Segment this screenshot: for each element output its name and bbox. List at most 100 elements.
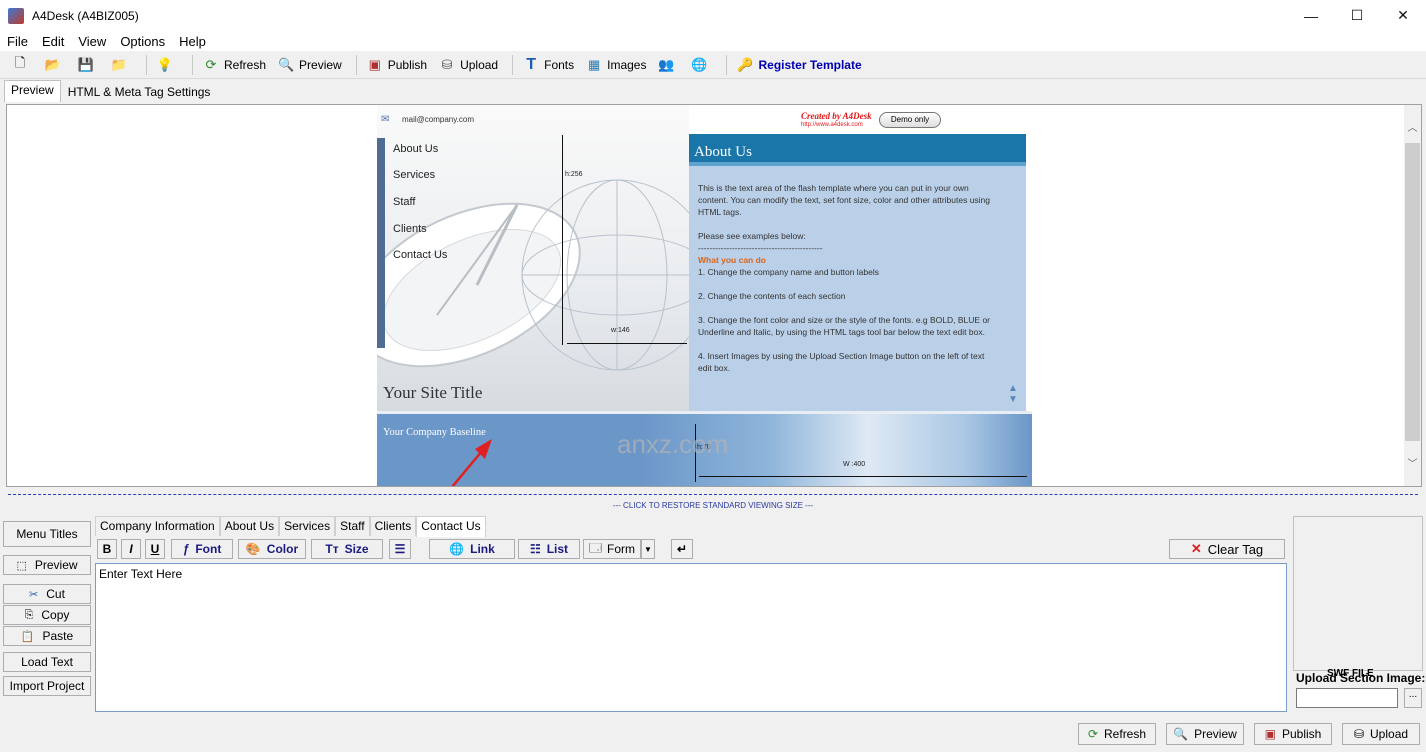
color-button[interactable]: 🎨 Color xyxy=(238,539,306,559)
register-template-button[interactable]: 🔑 Register Template xyxy=(733,54,865,76)
save-icon: 💾 xyxy=(77,56,95,72)
template-site-title[interactable]: Your Site Title xyxy=(383,383,482,403)
tab-company-information[interactable]: Company Information xyxy=(95,516,220,536)
tips-button[interactable]: 💡 xyxy=(153,54,182,76)
images-button[interactable]: ▦ Images xyxy=(582,54,650,76)
bottom-refresh-button[interactable]: ⟳ Refresh xyxy=(1078,723,1156,745)
dimension-label: w:146 xyxy=(611,327,630,334)
menu-help[interactable]: Help xyxy=(172,34,213,49)
cut-button[interactable]: ✂ Cut xyxy=(3,584,91,604)
template-email[interactable]: mail@company.com xyxy=(402,115,474,124)
bottom-publish-button[interactable]: ▣ Publish xyxy=(1254,723,1332,745)
tab-html-meta[interactable]: HTML & Meta Tag Settings xyxy=(61,82,218,102)
copy-icon: ⎘ xyxy=(24,608,34,621)
clear-tag-button[interactable]: ✕ Clear Tag xyxy=(1169,539,1285,559)
folder-button[interactable]: 📁 xyxy=(107,54,136,76)
tab-about-us[interactable]: About Us xyxy=(219,516,280,536)
template-left-panel: ✉ mail@company.com About Us Services Sta… xyxy=(377,105,689,411)
tab-contact-us[interactable]: Contact Us xyxy=(416,516,486,537)
import-project-button[interactable]: Import Project xyxy=(3,676,91,696)
tab-staff[interactable]: Staff xyxy=(335,516,370,536)
open-folder-icon: 📂 xyxy=(44,56,62,72)
upload-icon: ⛁ xyxy=(441,56,453,72)
scroll-down-icon[interactable]: ﹀ xyxy=(1404,455,1421,472)
publish-button[interactable]: ▣ Publish xyxy=(363,54,431,76)
copy-button[interactable]: ⎘ Copy xyxy=(3,605,91,625)
template-nav-contact-us[interactable]: Contact Us xyxy=(393,249,447,261)
minimize-button[interactable]: — xyxy=(1288,0,1334,31)
size-button[interactable]: Tт Size xyxy=(311,539,383,559)
width-dimension-line xyxy=(699,476,1027,477)
bold-button[interactable]: B xyxy=(97,539,117,559)
close-button[interactable]: ✕ xyxy=(1380,0,1426,31)
enter-icon: ↵ xyxy=(676,542,688,556)
template-nav-clients[interactable]: Clients xyxy=(393,223,427,235)
demo-only-button[interactable]: Demo only xyxy=(879,112,941,128)
toolbar-separator xyxy=(726,54,728,75)
tab-services[interactable]: Services xyxy=(279,516,336,536)
paste-icon: 📋 xyxy=(20,630,35,643)
preview-button[interactable]: 🔍 Preview xyxy=(274,54,346,76)
restore-viewing-size-link[interactable]: --- CLICK TO RESTORE STANDARD VIEWING SI… xyxy=(0,501,1426,510)
maximize-button[interactable]: ☐ xyxy=(1334,0,1380,31)
tab-clients[interactable]: Clients xyxy=(369,516,417,536)
new-file-icon: 🗋 xyxy=(14,54,26,70)
menu-titles-button[interactable]: Menu Titles xyxy=(3,521,91,547)
template-nav-about-us[interactable]: About Us xyxy=(393,143,438,155)
link-button[interactable]: 🌐 Link xyxy=(429,539,515,559)
list-button[interactable]: ☷ List xyxy=(518,539,580,559)
paste-button[interactable]: 📋 Paste xyxy=(3,626,91,646)
open-button[interactable]: 📂 xyxy=(41,54,70,76)
palette-icon: 🎨 xyxy=(245,542,261,556)
bottom-preview-button[interactable]: 🔍 Preview xyxy=(1166,723,1244,745)
text-edit-box[interactable]: Enter Text Here xyxy=(95,563,1287,712)
title-bar: A4Desk (A4BIZ005) — ☐ ✕ xyxy=(0,0,1426,31)
underline-button[interactable]: U xyxy=(145,539,165,559)
scroll-up-icon[interactable]: ︿ xyxy=(1404,119,1421,136)
form-button[interactable]: 🗔 Form xyxy=(583,539,641,559)
menu-edit[interactable]: Edit xyxy=(35,34,71,49)
menu-file[interactable]: File xyxy=(0,34,35,49)
format-toolbar: B I U ƒ Font 🎨 Color Tт Size ☰ 🌐 Link ☷ List … xyxy=(95,539,1289,561)
enter-button[interactable]: ↵ xyxy=(671,539,693,559)
save-button[interactable]: 💾 xyxy=(74,54,103,76)
upload-button[interactable]: ⛁ Upload xyxy=(435,54,502,76)
new-button[interactable]: 🗋 xyxy=(8,54,37,76)
menu-view[interactable]: View xyxy=(71,34,113,49)
template-nav-bar xyxy=(377,138,385,348)
scroll-thumb[interactable] xyxy=(1405,143,1420,441)
form-dropdown-button[interactable]: ▼ xyxy=(641,539,655,559)
preview-scrollbar[interactable]: ︿ ﹀ xyxy=(1404,105,1421,486)
editor-text: Enter Text Here xyxy=(99,567,183,581)
red-x-icon: ✕ xyxy=(1190,541,1202,556)
satellite-dish-image xyxy=(377,179,689,371)
chevron-down-icon: ▼ xyxy=(644,544,652,554)
people-button[interactable]: 👥 xyxy=(654,54,683,76)
template-nav-services[interactable]: Services xyxy=(393,169,435,181)
font-button[interactable]: ƒ Font xyxy=(171,539,233,559)
template-nav-staff[interactable]: Staff xyxy=(393,196,415,208)
load-text-button[interactable]: Load Text xyxy=(3,652,91,672)
upload-section-image-label: Upload Section Image: xyxy=(1296,671,1426,685)
sidebar-preview-button[interactable]: ⬚ Preview xyxy=(3,555,91,575)
bottom-upload-button[interactable]: ⛁ Upload xyxy=(1342,723,1420,745)
size-icon: Tт xyxy=(325,542,339,556)
italic-button[interactable]: I xyxy=(121,539,141,559)
toolbar-separator xyxy=(146,54,147,75)
refresh-button[interactable]: ⟳ Refresh xyxy=(199,54,270,76)
editor-scrollbar[interactable] xyxy=(1271,564,1286,711)
magnifier-icon: 🔍 xyxy=(277,56,295,72)
globe-button[interactable]: 🌐 xyxy=(687,54,716,76)
menu-options[interactable]: Options xyxy=(113,34,172,49)
tab-preview[interactable]: Preview xyxy=(4,80,61,102)
toolbar-separator xyxy=(192,54,193,75)
browse-button[interactable]: ... xyxy=(1404,688,1422,708)
people-icon: 👥 xyxy=(658,56,675,72)
key-icon: 🔑 xyxy=(737,56,754,72)
fonts-button[interactable]: T Fonts xyxy=(519,54,578,76)
splitter[interactable] xyxy=(0,490,1426,499)
upload-file-input[interactable] xyxy=(1296,688,1398,708)
template-scroll-arrows-icon[interactable]: ▲ ▼ xyxy=(1008,383,1018,405)
section-tabs: Company Information About Us Services St… xyxy=(95,516,486,537)
align-button[interactable]: ☰ xyxy=(389,539,411,559)
